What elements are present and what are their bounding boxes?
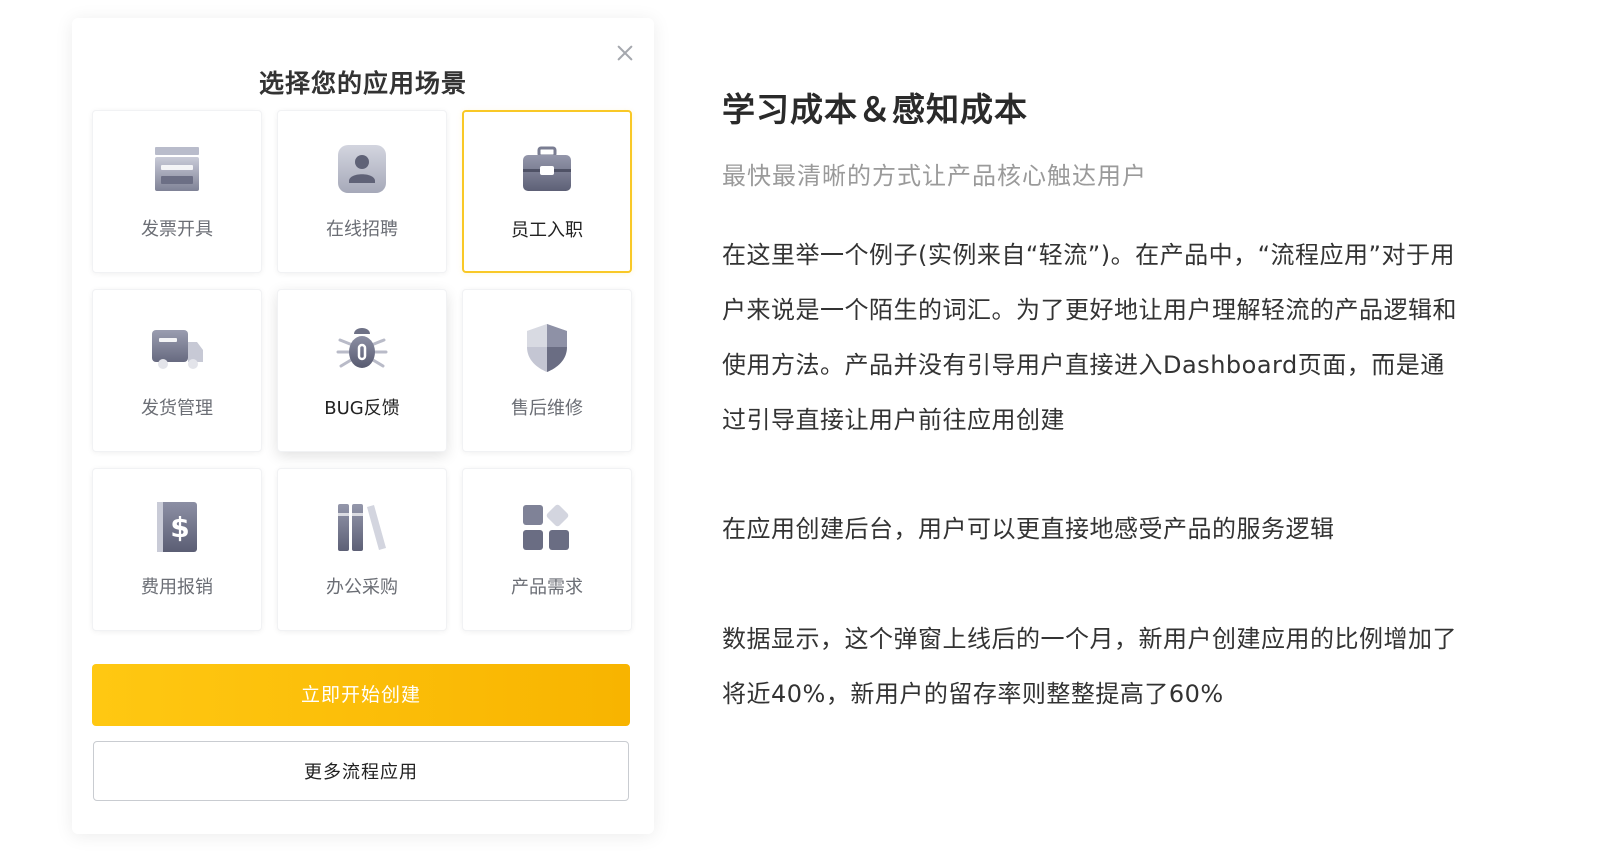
article-subtitle: 最快最清晰的方式让产品核心触达用户 (722, 162, 1147, 190)
scenario-card-label: 费用报销 (141, 577, 213, 598)
scenario-grid: 发票开具 在线招聘 员工入职 发货管理 BUG反馈 售后维修 $ 费用报销 办公… (92, 110, 632, 631)
scenario-card-label: 发票开具 (141, 219, 213, 240)
invoice-icon (155, 147, 199, 191)
article-title: 学习成本＆感知成本 (722, 90, 1028, 129)
paragraph-line: 户来说是一个陌生的词汇。为了更好地让用户理解轻流的产品逻辑和 (722, 296, 1457, 324)
scenario-card-label: 在线招聘 (326, 219, 398, 240)
paragraph-line: 在应用创建后台，用户可以更直接地感受产品的服务逻辑 (722, 515, 1335, 543)
bug-icon (336, 328, 388, 368)
scenario-card-label: 售后维修 (511, 398, 583, 419)
more-apps-button[interactable]: 更多流程应用 (93, 741, 629, 801)
blocks-icon (523, 504, 569, 550)
start-create-button[interactable]: 立即开始创建 (92, 664, 630, 726)
scenario-card-label: 产品需求 (511, 577, 583, 598)
article-paragraph-3: 数据显示，这个弹窗上线后的一个月，新用户创建应用的比例增加了 将近40%，新用户… (722, 612, 1552, 722)
scenario-card-aftersales[interactable]: 售后维修 (462, 289, 632, 452)
dollar-icon: $ (157, 502, 197, 552)
books-icon (338, 504, 386, 551)
truck-icon (152, 330, 203, 369)
modal-title: 选择您的应用场景 (258, 69, 467, 98)
shield-icon (527, 324, 567, 372)
scenario-modal: 选择您的应用场景 发票开具 在线招聘 员工入职 发货管理 BUG反馈 售后维修 … (72, 18, 654, 834)
scenario-card-recruit[interactable]: 在线招聘 (277, 110, 447, 273)
article-paragraph-1: 在这里举一个例子(实例来自“轻流”)。在产品中，“流程应用”对于用 户来说是一个… (722, 228, 1552, 448)
page: 选择您的应用场景 发票开具 在线招聘 员工入职 发货管理 BUG反馈 售后维修 … (0, 0, 1600, 865)
article-paragraph-2: 在应用创建后台，用户可以更直接地感受产品的服务逻辑 (722, 502, 1552, 557)
scenario-card-expense[interactable]: $ 费用报销 (92, 468, 262, 631)
scenario-card-shipping[interactable]: 发货管理 (92, 289, 262, 452)
paragraph-line: 在这里举一个例子(实例来自“轻流”)。在产品中，“流程应用”对于用 (722, 241, 1455, 269)
paragraph-line: 数据显示，这个弹窗上线后的一个月，新用户创建应用的比例增加了 (722, 625, 1457, 653)
article: 学习成本＆感知成本 最快最清晰的方式让产品核心触达用户 在这里举一个例子(实例来… (722, 80, 1552, 708)
paragraph-line: 将近40%，新用户的留存率则整整提高了60% (722, 680, 1224, 708)
svg-text:$: $ (170, 511, 189, 544)
scenario-card-label: BUG反馈 (324, 398, 400, 419)
scenario-card-label: 办公采购 (326, 577, 398, 598)
scenario-card-invoice[interactable]: 发票开具 (92, 110, 262, 273)
scenario-card-label: 发货管理 (141, 398, 213, 419)
recruit-person-icon (338, 145, 386, 193)
paragraph-line: 过引导直接让用户前往应用创建 (722, 406, 1065, 434)
scenario-card-requirements[interactable]: 产品需求 (462, 468, 632, 631)
scenario-card-label: 员工入职 (511, 220, 583, 241)
scenario-card-bug[interactable]: BUG反馈 (277, 289, 447, 452)
paragraph-line: 使用方法。产品并没有引导用户直接进入Dashboard页面，而是通 (722, 351, 1445, 379)
scenario-card-onboarding[interactable]: 员工入职 (462, 110, 632, 273)
close-icon[interactable] (614, 42, 636, 64)
scenario-card-purchase[interactable]: 办公采购 (277, 468, 447, 631)
briefcase-icon (523, 146, 571, 191)
